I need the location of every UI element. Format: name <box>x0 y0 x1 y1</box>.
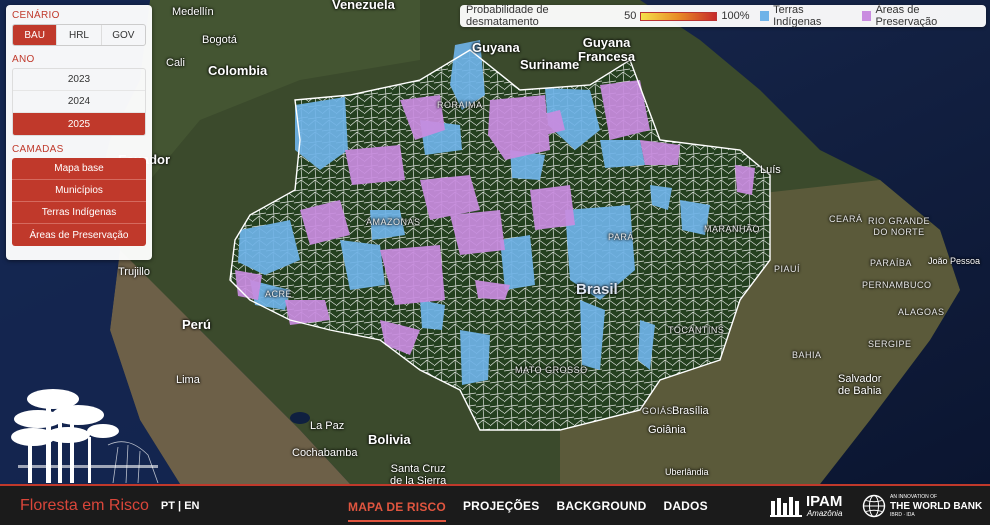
language-switcher: PT | EN <box>161 500 200 512</box>
site-title[interactable]: Floresta em Risco <box>20 497 149 515</box>
main-nav: MAPA DE RISCO PROJEÇÕES BACKGROUND DADOS <box>348 486 725 525</box>
label-bahia: BAHIA <box>792 350 822 360</box>
legend-probability-gradient <box>640 11 718 21</box>
ipam-sub: Amazônia <box>806 508 843 518</box>
label-amazonas: AMAZONAS <box>366 217 421 227</box>
year-option-2025[interactable]: 2025 <box>13 113 145 135</box>
label-tocantins: TOCANTINS <box>668 325 725 335</box>
legend-probability-label: Probabilidade de desmatamento <box>466 4 549 28</box>
label-alagoas: ALAGOAS <box>898 307 945 317</box>
scenario-option-gov[interactable]: GOV <box>102 25 145 45</box>
ipam-logo[interactable]: IPAM Amazônia <box>770 492 842 520</box>
label-guiana-francesa: Guyana Francesa <box>578 35 636 64</box>
scenario-title: CENÁRIO <box>12 10 60 21</box>
language-pt[interactable]: PT <box>161 500 175 512</box>
label-salvador: Salvador de Bahia <box>838 373 882 397</box>
ipam-name: IPAM <box>806 492 843 510</box>
label-bolivia: Bolivia <box>368 432 411 447</box>
label-uberlandia: Uberlândia <box>665 467 709 477</box>
label-brasil: Brasil <box>576 281 618 298</box>
layers-list: Mapa base Municípios Terras Indígenas Ár… <box>12 158 146 246</box>
label-maranhao: MARANHÃO <box>704 224 761 234</box>
label-pernambuco: PERNAMBUCO <box>862 280 932 290</box>
year-option-2024[interactable]: 2024 <box>13 91 145 113</box>
label-goias: GOIÁS <box>642 406 674 416</box>
wb-line2: THE WORLD BANK <box>890 500 983 512</box>
footer-bar: Floresta em Risco PT | EN MAPA DE RISCO … <box>0 484 990 525</box>
label-mato-grosso: MATO GROSSO <box>515 365 588 375</box>
label-colombia: Colombia <box>208 63 268 78</box>
layer-toggle-preservation-areas[interactable]: Áreas de Preservação <box>12 224 146 246</box>
label-roraima: RORAIMA <box>437 100 483 110</box>
legend-min: 50 <box>624 10 637 22</box>
label-lima: Lima <box>176 374 200 386</box>
forest-tree-logo-icon <box>11 389 159 483</box>
scenario-option-hrl[interactable]: HRL <box>57 25 102 45</box>
ipam-trees-icon <box>770 497 802 517</box>
label-paraiba: PARAÍBA <box>870 258 912 268</box>
scenario-selector: BAU HRL GOV <box>12 24 146 46</box>
legend-preservation-swatch <box>861 11 872 21</box>
legend-preservation-label: Áreas de Preservação <box>875 4 938 28</box>
year-title: ANO <box>12 54 35 65</box>
label-joao-pessoa: João Pessoa <box>928 256 981 266</box>
layer-toggle-municipalities[interactable]: Municípios <box>12 180 146 202</box>
wb-line3: IBRD · IDA <box>890 511 915 518</box>
label-la-paz: La Paz <box>310 420 345 432</box>
label-guyana: Guyana <box>472 40 520 55</box>
layer-toggle-basemap[interactable]: Mapa base <box>12 158 146 180</box>
layers-title: CAMADAS <box>12 144 64 155</box>
label-cali: Cali <box>166 57 185 69</box>
layer-toggle-indigenous-lands[interactable]: Terras Indígenas <box>12 202 146 224</box>
language-separator: | <box>178 499 182 512</box>
world-bank-logo[interactable]: AN INNOVATION OF THE WORLD BANK IBRD · I… <box>862 492 982 520</box>
label-para: PARÁ <box>608 232 634 242</box>
lake-titicaca <box>290 412 310 424</box>
map-legend: Probabilidade de desmatamento 50 100% Te… <box>460 4 986 28</box>
scenario-option-bau[interactable]: BAU <box>13 25 58 45</box>
label-brasilia: Brasília <box>672 405 709 417</box>
control-panel: CENÁRIO BAU HRL GOV ANO 2023 2024 2025 C… <box>6 5 152 260</box>
nav-projecoes[interactable]: PROJEÇÕES <box>463 486 540 525</box>
legend-indigenous-label: Terras Indígenas <box>773 4 822 28</box>
legend-max: 100% <box>721 10 750 22</box>
language-en[interactable]: EN <box>184 500 199 512</box>
year-option-2023[interactable]: 2023 <box>13 69 145 91</box>
label-trujillo: Trujillo <box>118 266 150 278</box>
nav-background[interactable]: BACKGROUND <box>556 486 646 525</box>
legend-indigenous-swatch <box>759 11 770 21</box>
label-goiania: Goiânia <box>648 424 686 436</box>
label-medellin: Medellín <box>172 6 214 18</box>
nav-dados[interactable]: DADOS <box>663 486 707 525</box>
label-suriname: Suriname <box>520 57 580 72</box>
label-peru: Perú <box>182 317 211 332</box>
label-sao-luis: Luís <box>760 164 781 176</box>
label-ceara: CEARÁ <box>829 214 863 224</box>
label-sergipe: SERGIPE <box>868 339 912 349</box>
label-acre: ACRE <box>265 289 293 299</box>
globe-icon <box>862 494 886 518</box>
label-bogota: Bogotá <box>202 34 237 46</box>
year-selector: 2023 2024 2025 <box>12 68 146 136</box>
label-cochabamba: Cochabamba <box>292 447 358 459</box>
label-santa-cruz: Santa Cruz de la Sierra <box>390 463 447 484</box>
nav-mapa-de-risco[interactable]: MAPA DE RISCO <box>348 494 446 522</box>
label-venezuela: Venezuela <box>332 0 395 12</box>
label-rio-grande-do-norte: RIO GRANDE DO NORTE <box>868 216 931 237</box>
label-piaui: PIAUÍ <box>774 264 801 274</box>
